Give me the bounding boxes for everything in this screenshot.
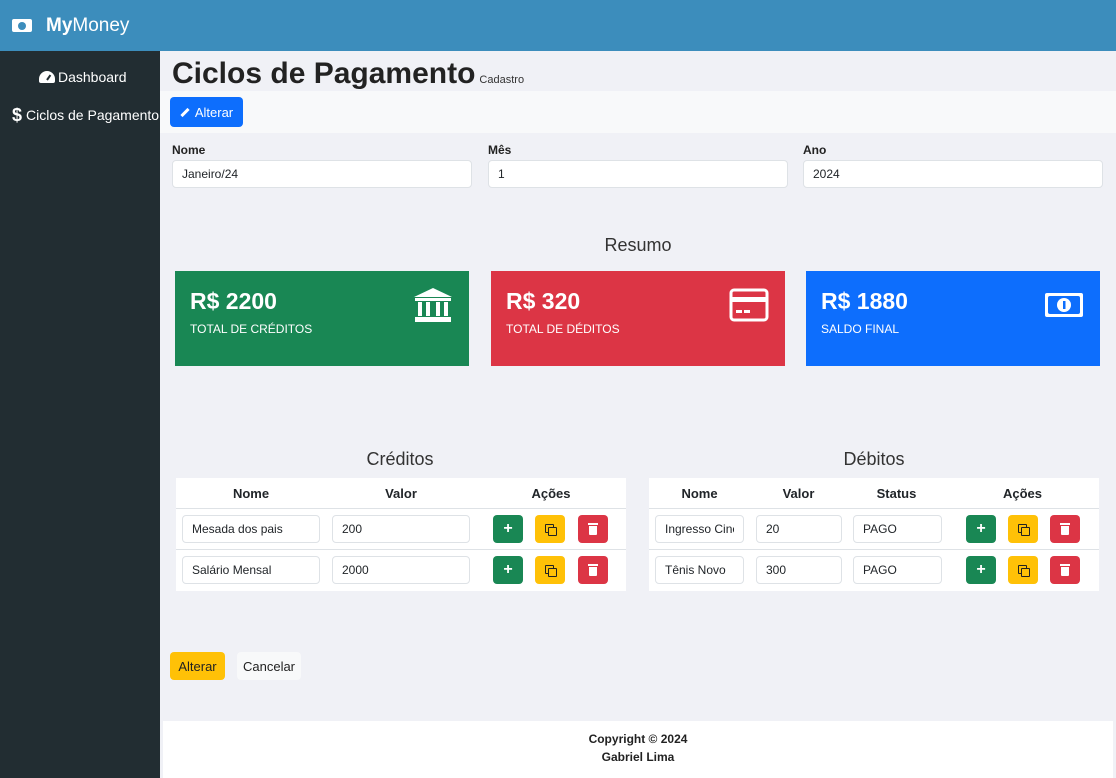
delete-row-button[interactable] <box>1050 515 1080 543</box>
debito-nome-input[interactable] <box>655 515 744 543</box>
saldo-final-label: SALDO FINAL <box>821 322 900 336</box>
trash-icon <box>1060 563 1070 576</box>
page-subtitle: Cadastro <box>479 74 525 86</box>
footer-copyright: Copyright © 2024 <box>588 732 688 746</box>
copy-row-button[interactable] <box>535 515 565 543</box>
creditos-title: Créditos <box>366 449 434 469</box>
debitos-table: Nome Valor Status Ações + + <box>649 478 1099 591</box>
plus-icon: + <box>976 520 986 537</box>
debitos-header-status: Status <box>876 485 917 501</box>
total-creditos-value: R$ 2200 <box>190 288 277 314</box>
alterar-top-label: Alterar <box>194 104 234 120</box>
copy-row-button[interactable] <box>1008 515 1038 543</box>
dashboard-icon <box>39 71 55 83</box>
credito-valor-input[interactable] <box>332 515 470 543</box>
total-creditos-label: TOTAL DE CRÉDITOS <box>190 322 313 336</box>
page-title: Ciclos de Pagamento Cadastro <box>172 57 524 91</box>
copy-icon <box>1017 564 1030 577</box>
copy-row-button[interactable] <box>535 556 565 584</box>
saldo-final-box: R$ 1880 SALDO FINAL <box>806 271 1100 366</box>
trash-icon <box>588 563 598 576</box>
submit-button[interactable]: Alterar <box>170 652 225 680</box>
copy-icon <box>1017 523 1030 536</box>
debito-status-input[interactable] <box>853 556 942 584</box>
debito-valor-input[interactable] <box>756 556 842 584</box>
footer-author: Gabriel Lima <box>601 750 675 764</box>
dollar-icon: $ <box>12 104 23 125</box>
money-icon <box>12 19 32 32</box>
divider <box>649 508 1099 509</box>
credito-nome-input[interactable] <box>182 515 320 543</box>
trash-icon <box>1060 522 1070 535</box>
brand-rest: Money <box>72 14 130 36</box>
bank-icon <box>414 288 452 322</box>
debito-status-input[interactable] <box>853 515 942 543</box>
nome-field: Nome <box>172 143 472 188</box>
creditos-header-valor: Valor <box>385 485 417 501</box>
creditos-table: Nome Valor Ações + + <box>176 478 626 591</box>
copy-row-button[interactable] <box>1008 556 1038 584</box>
divider <box>176 549 626 550</box>
add-row-button[interactable]: + <box>493 556 523 584</box>
delete-row-button[interactable] <box>1050 556 1080 584</box>
nome-input[interactable] <box>172 160 472 188</box>
creditos-header-acoes: Ações <box>531 485 571 501</box>
total-debitos-box: R$ 320 TOTAL DE DÉDITOS <box>491 271 785 366</box>
nome-label: Nome <box>172 143 206 157</box>
saldo-final-value: R$ 1880 <box>821 288 908 314</box>
footer: Copyright © 2024 Gabriel Lima <box>163 721 1113 778</box>
alterar-top-button[interactable]: Alterar <box>170 97 243 127</box>
ano-input[interactable] <box>803 160 1103 188</box>
mes-field: Mês <box>488 143 788 188</box>
mes-input[interactable] <box>488 160 788 188</box>
sidebar-item-label: Ciclos de Pagamento <box>26 107 160 123</box>
mes-label: Mês <box>488 143 512 157</box>
delete-row-button[interactable] <box>578 515 608 543</box>
credito-valor-input[interactable] <box>332 556 470 584</box>
ano-field: Ano <box>803 143 1103 188</box>
debitos-title: Débitos <box>843 449 905 469</box>
copy-icon <box>544 564 557 577</box>
add-row-button[interactable]: + <box>966 515 996 543</box>
debitos-header-valor: Valor <box>782 485 815 501</box>
divider <box>176 508 626 509</box>
plus-icon: + <box>503 561 513 578</box>
credit-card-icon <box>729 288 769 322</box>
total-creditos-box: R$ 2200 TOTAL DE CRÉDITOS <box>175 271 469 366</box>
sidebar-item-dashboard[interactable]: Dashboard <box>0 67 160 87</box>
debitos-header-acoes: Ações <box>1002 485 1043 501</box>
debito-valor-input[interactable] <box>756 515 842 543</box>
app-brand[interactable]: MyMoney <box>46 15 129 37</box>
add-row-button[interactable]: + <box>493 515 523 543</box>
credito-nome-input[interactable] <box>182 556 320 584</box>
debitos-header-nome: Nome <box>681 485 718 501</box>
resumo-title: Resumo <box>604 235 672 255</box>
plus-icon: + <box>503 520 513 537</box>
brand-bold: My <box>46 14 73 36</box>
pencil-icon <box>180 107 190 117</box>
sidebar-item-ciclos[interactable]: $ Ciclos de Pagamento <box>0 105 160 125</box>
delete-row-button[interactable] <box>578 556 608 584</box>
add-row-button[interactable]: + <box>966 556 996 584</box>
trash-icon <box>588 522 598 535</box>
page-title-text: Ciclos de Pagamento <box>172 57 476 90</box>
toolbar: Alterar <box>160 91 1116 133</box>
main-content: Ciclos de Pagamento Cadastro Alterar Nome… <box>160 51 1116 778</box>
copy-icon <box>544 523 557 536</box>
debito-nome-input[interactable] <box>655 556 744 584</box>
sidebar-item-label: Dashboard <box>58 69 127 85</box>
money-icon <box>1045 293 1083 317</box>
sidebar: Dashboard $ Ciclos de Pagamento <box>0 51 160 778</box>
total-debitos-label: TOTAL DE DÉDITOS <box>506 322 620 336</box>
divider <box>649 549 1099 550</box>
plus-icon: + <box>976 561 986 578</box>
cancel-button[interactable]: Cancelar <box>237 652 301 680</box>
ano-label: Ano <box>803 143 827 157</box>
top-navbar: MyMoney <box>0 0 1116 51</box>
total-debitos-value: R$ 320 <box>506 288 581 314</box>
creditos-header-nome: Nome <box>232 485 270 501</box>
